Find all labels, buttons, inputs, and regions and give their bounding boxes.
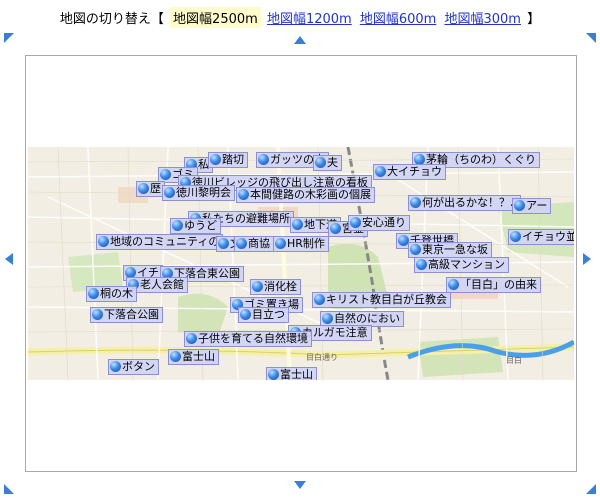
switcher-close-bracket: 】 [527,12,541,27]
blue-ball-marker-icon [268,369,279,380]
map-marker[interactable]: アー [512,198,552,214]
arrow-right-icon[interactable] [583,253,591,265]
map-marker[interactable]: 歴 [136,181,165,197]
blue-ball-marker-icon [160,169,171,180]
map-marker[interactable]: 下落合公園 [90,307,163,323]
blue-ball-marker-icon [410,244,421,255]
blue-ball-marker-icon [315,157,326,168]
blue-ball-marker-icon [416,259,427,270]
map-frame: 目白通り 目白 私 踏切 ガッツの木 夫 茅輪（ちのわ）くぐり 大イチョウ ゴミ… [25,55,577,472]
blue-ball-marker-icon [218,238,229,249]
map-marker[interactable]: 本間健路の木彩画の個展 [236,187,375,203]
blue-ball-marker-icon [322,313,333,324]
arrow-down-left-icon[interactable] [4,482,16,494]
blue-ball-marker-icon [98,236,109,247]
current-width-option: 地図幅2500m [170,7,261,28]
blue-ball-marker-icon [110,361,121,372]
arrow-down-icon[interactable] [294,481,306,489]
blue-ball-marker-icon [164,187,175,198]
arrow-down-right-icon[interactable] [584,482,596,494]
map-marker[interactable]: HR制作 [273,236,329,252]
map-marker[interactable]: 踏切 [208,152,248,168]
switcher-label: 地図の切り替え【 [59,12,164,27]
road-label: 目白 [506,356,522,365]
blue-ball-marker-icon [258,154,269,165]
map-marker[interactable]: キリスト教目白が丘教会 [312,292,451,308]
map-view[interactable]: 目白通り 目白 私 踏切 ガッツの木 夫 茅輪（ちのわ）くぐり 大イチョウ ゴミ… [28,147,574,380]
map-marker[interactable]: 商協 [234,236,274,252]
blue-ball-marker-icon [275,238,286,249]
blue-ball-marker-icon [330,223,341,234]
map-marker[interactable]: 富士山 [168,349,219,365]
width-option-600[interactable]: 地図幅600m [360,8,436,27]
map-marker[interactable]: イチョウ並 [508,229,574,245]
map-width-switcher: 地図の切り替え【 地図幅2500m 地図幅1200m 地図幅600m 地図幅30… [0,7,600,28]
map-marker[interactable]: 子供を育てる自然環境 [184,331,312,347]
map-marker[interactable]: 何が出るかな！？♪ [408,195,522,211]
map-marker[interactable]: 目立つ [238,307,289,323]
blue-ball-marker-icon [375,166,386,177]
blue-ball-marker-icon [448,279,459,290]
blue-ball-marker-icon [92,309,103,320]
blue-ball-marker-icon [240,309,251,320]
blue-ball-marker-icon [138,183,149,194]
blue-ball-marker-icon [172,220,183,231]
arrow-up-left-icon[interactable] [4,33,16,45]
arrow-left-icon[interactable] [5,253,13,265]
map-marker[interactable]: 高級マンション [414,257,509,273]
map-marker[interactable]: 地域のコミュニティの [96,234,224,250]
map-marker[interactable]: 東京一急な坂 [408,242,492,258]
blue-ball-marker-icon [514,200,525,211]
blue-ball-marker-icon [252,281,263,292]
map-marker[interactable]: 夫 [313,155,342,171]
map-marker[interactable]: 徳川黎明会 [162,185,235,201]
map-marker[interactable]: 「目白」の由来 [446,277,541,293]
width-option-300[interactable]: 地図幅300m [444,8,520,27]
blue-ball-marker-icon [236,238,247,249]
map-marker[interactable]: ボタン [108,359,159,375]
blue-ball-marker-icon [292,219,303,230]
map-marker[interactable]: 大イチョウ [373,164,446,180]
blue-ball-marker-icon [88,288,99,299]
map-marker[interactable]: 富士山 [266,367,317,380]
blue-ball-marker-icon [410,197,421,208]
blue-ball-marker-icon [314,294,325,305]
road-label: 目白通り [306,353,338,362]
blue-ball-marker-icon [186,333,197,344]
map-marker[interactable]: 桐の木 [86,286,137,302]
blue-ball-marker-icon [510,231,521,242]
blue-ball-marker-icon [350,217,361,228]
width-option-1200[interactable]: 地図幅1200m [267,8,352,27]
map-marker[interactable]: ゆうど [170,218,221,234]
blue-ball-marker-icon [238,189,249,200]
map-marker[interactable]: 消化栓 [250,279,301,295]
blue-ball-marker-icon [210,154,221,165]
blue-ball-marker-icon [170,351,181,362]
map-marker[interactable]: 安心通り [348,215,410,231]
arrow-up-right-icon[interactable] [584,33,596,45]
arrow-up-icon[interactable] [294,36,306,44]
